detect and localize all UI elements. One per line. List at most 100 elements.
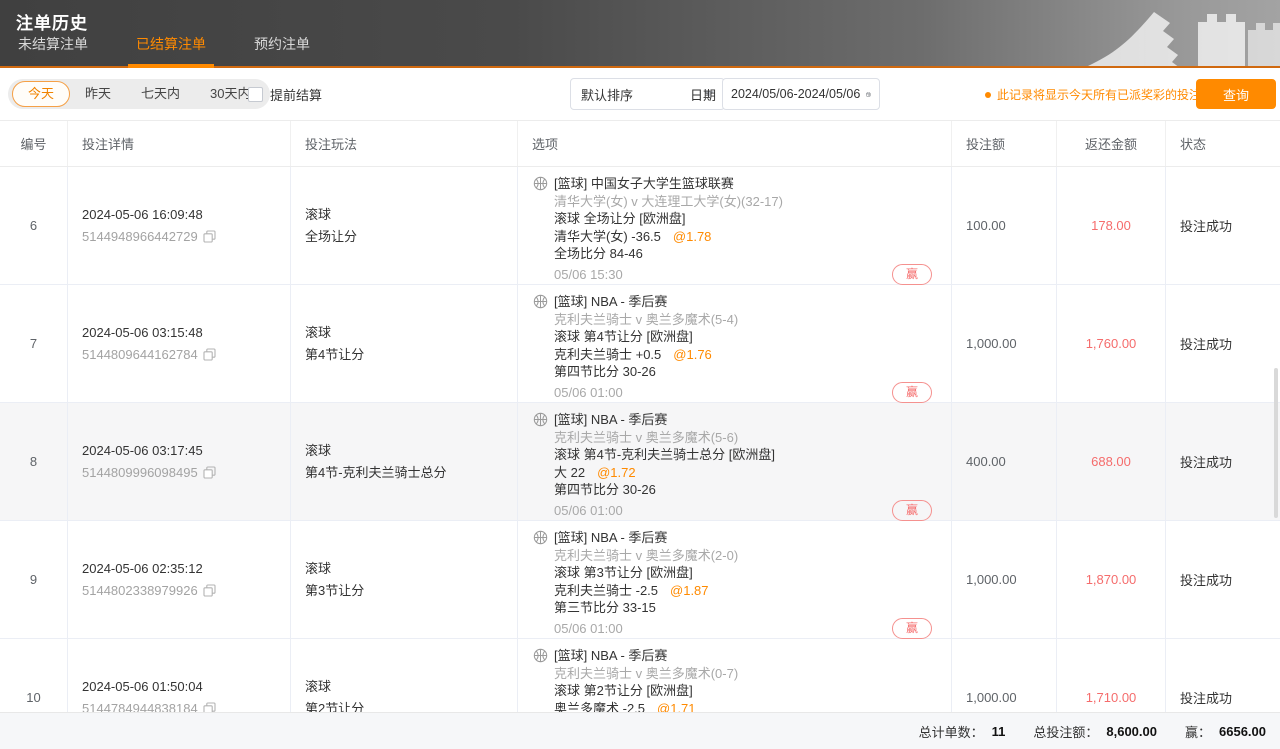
play-type-line1: 滚球 (305, 440, 517, 462)
tab-reserved[interactable]: 预约注单 (252, 34, 312, 66)
selection: 克利夫兰骑士 -2.5 (554, 583, 658, 598)
stake-value: 1,000.00 (966, 336, 1056, 351)
notice-dot-icon (985, 92, 991, 98)
stake-value: 400.00 (966, 454, 1056, 469)
summary-footer: 总计单数： 11 总投注额： 8,600.00 赢： 6656.00 (0, 712, 1280, 749)
odds-value: @1.87 (670, 583, 709, 598)
stake-cell: 1,000.00 (952, 285, 1057, 403)
play-type-line1: 滚球 (305, 558, 517, 580)
odds-value: @1.72 (597, 465, 636, 480)
market-name: 滚球 第4节让分 [欧洲盘] (533, 328, 932, 346)
bet-detail-cell: 2024-05-06 03:15:48 5144809644162784 (68, 285, 291, 403)
return-value: 688.00 (1091, 454, 1131, 469)
sort-selected-value: 默认排序 (581, 85, 704, 104)
league-name: [篮球] NBA - 季后赛 (554, 529, 667, 547)
copy-icon[interactable] (203, 702, 216, 712)
odds-value: @1.78 (673, 229, 712, 244)
col-header-status: 状态 (1166, 121, 1280, 166)
payout-notice: 此记录将显示今天所有已派奖彩的投注 (985, 86, 1201, 103)
option-cell: [篮球] NBA - 季后赛 克利夫兰骑士 v 奥兰多魔术(0-7) 滚球 第2… (518, 639, 952, 712)
market-name: 滚球 第2节让分 [欧洲盘] (533, 682, 932, 700)
summary-win: 赢： 6656.00 (1185, 722, 1266, 741)
bet-detail-cell: 2024-05-06 03:17:45 5144809996098495 (68, 403, 291, 521)
play-type-line2: 全场让分 (305, 226, 517, 248)
market-name: 滚球 第3节让分 [欧洲盘] (533, 564, 932, 582)
summary-count: 总计单数： 11 (919, 722, 1006, 741)
early-settle-checkbox[interactable] (248, 87, 263, 102)
selection: 大 22 (554, 465, 585, 480)
bet-id: 5144809644162784 (82, 344, 198, 366)
selection: 清华大学(女) -36.5 (554, 229, 661, 244)
return-cell: 1,710.00 (1057, 639, 1166, 712)
return-value: 1,710.00 (1086, 690, 1137, 705)
league-name: [篮球] NBA - 季后赛 (554, 293, 667, 311)
stake-cell: 400.00 (952, 403, 1057, 521)
bet-detail-cell: 2024-05-06 02:35:12 5144802338979926 (68, 521, 291, 639)
date-range-input[interactable]: 2024/05/06-2024/05/06 (722, 78, 880, 110)
play-type-cell: 滚球 全场让分 (291, 167, 518, 285)
table-row: 7 2024-05-06 03:15:48 5144809644162784 滚… (0, 285, 1280, 403)
range-today-pill[interactable]: 今天 (12, 81, 70, 107)
bet-time: 2024-05-06 03:15:48 (82, 322, 290, 344)
match-teams: 克利夫兰骑士 v 奥兰多魔术(2-0) (533, 547, 932, 565)
range-yesterday-pill[interactable]: 昨天 (70, 81, 126, 107)
score-line: 第四节比分 30-26 (533, 481, 932, 499)
market-name: 滚球 第4节-克利夫兰骑士总分 [欧洲盘] (533, 446, 932, 464)
status-cell: 投注成功 (1166, 639, 1280, 712)
play-type-cell: 滚球 第2节让分 (291, 639, 518, 712)
range-7days-pill[interactable]: 七天内 (126, 81, 195, 107)
stake-value: 1,000.00 (966, 690, 1056, 705)
col-header-no: 编号 (0, 121, 68, 166)
bet-id: 5144784944838184 (82, 698, 198, 713)
date-range-value: 2024/05/06-2024/05/06 (731, 87, 860, 101)
query-button[interactable]: 查询 (1196, 79, 1276, 109)
status-value: 投注成功 (1180, 570, 1280, 589)
league-name: [篮球] NBA - 季后赛 (554, 647, 667, 665)
copy-icon[interactable] (203, 348, 216, 361)
vertical-scrollbar[interactable] (1274, 368, 1278, 518)
col-header-play: 投注玩法 (291, 121, 518, 166)
row-number: 6 (0, 167, 68, 285)
copy-icon[interactable] (203, 466, 216, 479)
summary-win-value: 6656.00 (1219, 724, 1266, 739)
date-field-label: 日期 (690, 85, 716, 104)
summary-stake-label: 总投注额： (1033, 722, 1098, 741)
status-cell: 投注成功 (1166, 403, 1280, 521)
great-wall-decoration-icon (1070, 0, 1280, 66)
win-badge: 赢 (892, 618, 932, 639)
score-line: 全场比分 84-46 (533, 245, 932, 263)
selection: 奥兰多魔术 -2.5 (554, 701, 645, 712)
summary-stake: 总投注额： 8,600.00 (1033, 722, 1157, 741)
copy-icon[interactable] (203, 230, 216, 243)
match-time: 05/06 01:00 (554, 502, 623, 520)
status-value: 投注成功 (1180, 216, 1280, 235)
option-cell: [篮球] NBA - 季后赛 克利夫兰骑士 v 奥兰多魔术(5-6) 滚球 第4… (518, 403, 952, 521)
return-value: 1,760.00 (1086, 336, 1137, 351)
match-teams: 克利夫兰骑士 v 奥兰多魔术(0-7) (533, 665, 932, 683)
bet-time: 2024-05-06 16:09:48 (82, 204, 290, 226)
basketball-icon (533, 176, 548, 191)
status-value: 投注成功 (1180, 334, 1280, 353)
early-settle-checkbox-wrap[interactable]: 提前结算 (248, 85, 322, 104)
bet-id: 5144809996098495 (82, 462, 198, 484)
league-name: [篮球] NBA - 季后赛 (554, 411, 667, 429)
col-header-return: 返还金额 (1057, 121, 1166, 166)
odds-value: @1.71 (657, 701, 696, 712)
match-time: 05/06 15:30 (554, 266, 623, 284)
return-cell: 1,760.00 (1057, 285, 1166, 403)
stake-value: 100.00 (966, 218, 1056, 233)
tab-unsettled[interactable]: 未结算注单 (16, 34, 90, 66)
league-name: [篮球] 中国女子大学生篮球联赛 (554, 175, 734, 193)
summary-stake-value: 8,600.00 (1106, 724, 1157, 739)
summary-count-label: 总计单数： (919, 722, 984, 741)
play-type-line2: 第3节让分 (305, 580, 517, 602)
basketball-icon (533, 648, 548, 663)
status-cell: 投注成功 (1166, 521, 1280, 639)
date-range-pills: 今天 昨天 七天内 30天内 (8, 79, 270, 109)
match-time: 05/06 01:00 (554, 620, 623, 638)
match-teams: 清华大学(女) v 大连理工大学(女)(32-17) (533, 193, 932, 211)
option-cell: [篮球] 中国女子大学生篮球联赛 清华大学(女) v 大连理工大学(女)(32-… (518, 167, 952, 285)
copy-icon[interactable] (203, 584, 216, 597)
tab-settled[interactable]: 已结算注单 (134, 34, 208, 66)
odds-value: @1.76 (673, 347, 712, 362)
